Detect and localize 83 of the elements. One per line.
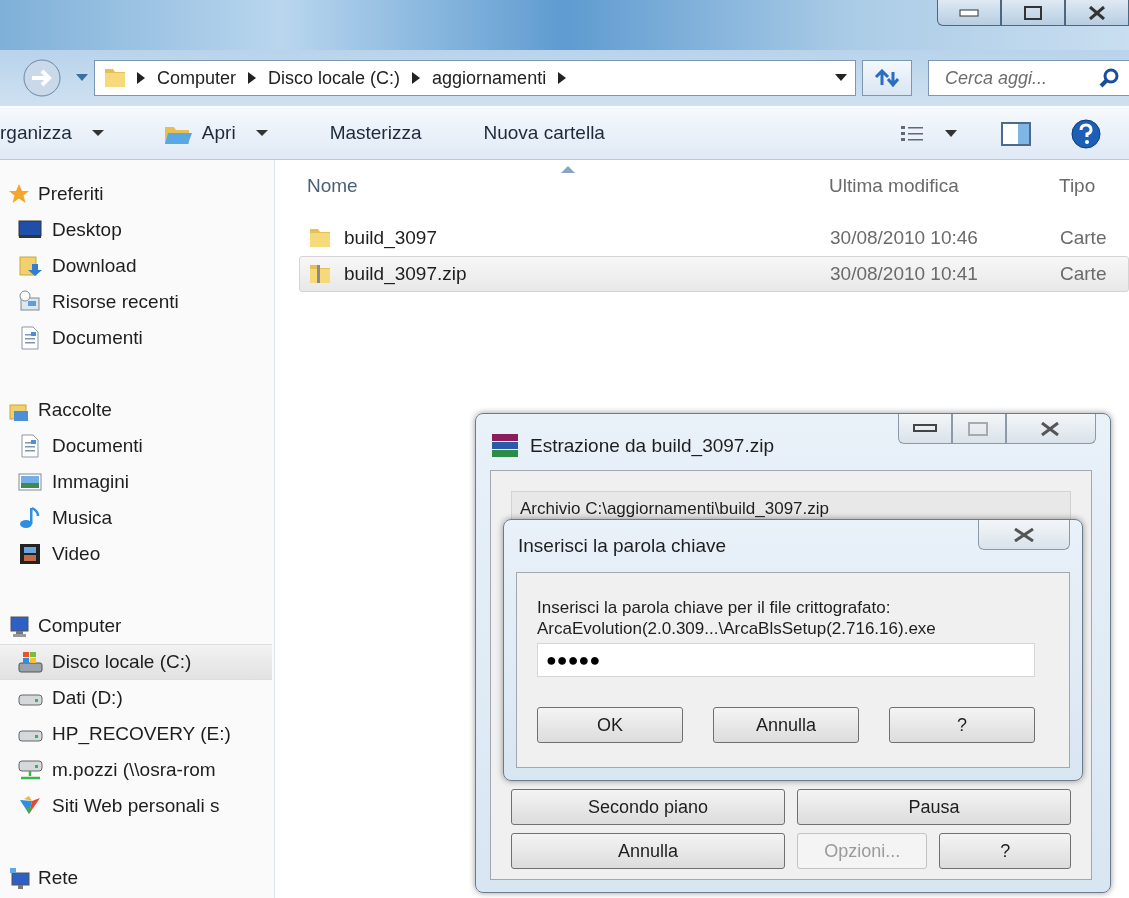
maximize-icon [967,421,991,436]
breadcrumb[interactable]: Computer [157,64,237,92]
toolbar-button[interactable]: Nuova cartella [483,119,605,148]
navigation-group[interactable]: Computer [0,608,272,644]
help-icon [1071,118,1101,149]
navigation-item[interactable]: Video [0,536,272,572]
breadcrumb-arrow-icon[interactable] [412,72,421,84]
navigation-item[interactable]: Desktop [0,212,272,248]
navigation-item[interactable]: Download [0,248,272,284]
preview-pane-icon [1001,121,1031,146]
search-icon [1099,68,1119,88]
modified-date: 30/08/2010 10:46 [830,225,979,250]
breadcrumb-arrow-icon[interactable] [558,72,567,84]
search-field[interactable]: Cerca aggi... [928,60,1129,96]
dialog-button[interactable]: Annulla [511,833,785,869]
dialog-title: Inserisci la parola chiave [518,533,727,558]
toolbar-button[interactable]: Apri [163,119,268,148]
password-field[interactable]: ●●●●● [537,643,1035,677]
close-button[interactable] [1065,0,1129,26]
file-row[interactable]: build_3097 30/08/2010 10:46 Carte [299,220,1129,256]
close-icon [1088,5,1106,20]
picture-icon [18,470,44,494]
breadcrumb-arrow-icon[interactable] [137,72,145,84]
help-button[interactable] [1071,118,1101,149]
dialog-button[interactable]: Pausa [797,789,1071,825]
file-type: Carte [1060,261,1107,286]
preview-pane-button[interactable] [1001,121,1031,146]
sort-arrow-icon [561,166,575,173]
column-header[interactable]: Nome [307,166,829,206]
dialog-title: Estrazione da build_3097.zip [530,433,774,459]
dialog-button[interactable]: ? [889,707,1035,743]
file-row[interactable]: build_3097.zip 30/08/2010 10:41 Carte [299,256,1129,292]
dropdown-caret-icon[interactable] [835,74,847,82]
dialog-button[interactable]: ? [939,833,1071,869]
navigation-item[interactable]: Siti Web personali s [0,788,272,824]
navigation-group[interactable]: Preferiti [0,176,272,212]
navigation-item[interactable]: Documenti [0,428,272,464]
navigation-item[interactable]: Documenti [0,320,272,356]
minimize-icon [959,8,979,17]
column-header[interactable]: Ultima modifica [829,166,1059,206]
view-list-icon [901,125,923,142]
modified-date: 30/08/2010 10:41 [830,261,979,286]
toolbar-button[interactable]: Masterizza [329,119,422,148]
dialog-button[interactable]: Annulla [713,707,859,743]
minimize-button[interactable] [898,414,952,444]
file-name: build_3097.zip [344,261,467,287]
breadcrumb-arrow-icon[interactable] [248,72,257,84]
refresh-icon [874,69,900,87]
maximize-button[interactable] [1001,0,1065,26]
dialog-button[interactable]: Secondo piano [511,789,785,825]
column-header[interactable]: Tipo [1059,166,1096,206]
navigation-item[interactable]: Musica [0,500,272,536]
navigation-group[interactable]: Raccolte [0,392,272,428]
close-icon [1012,527,1036,542]
folder-download-icon [18,254,44,278]
system-drive-icon [18,650,44,674]
navigation-item[interactable]: Dati (D:) [0,680,272,716]
maximize-icon [1024,5,1042,20]
navigation-item[interactable]: Risorse recenti [0,284,272,320]
navigation-group[interactable]: Rete [0,860,272,896]
minimize-button[interactable] [937,0,1001,26]
breadcrumb[interactable]: Disco locale (C:) [268,64,401,92]
close-button[interactable] [978,520,1070,550]
address-bar[interactable]: Computer Disco locale (C:) aggiornamenti [94,60,856,96]
view-options-button[interactable] [901,125,957,142]
navigation-item[interactable]: Disco locale (C:) [0,644,272,680]
dialog-button[interactable]: OK [537,707,683,743]
network-icon [8,867,30,889]
dropdown-caret-icon [945,129,957,138]
file-type: Carte [1060,225,1107,250]
navigation-item[interactable]: HP_RECOVERY (E:) [0,716,272,752]
navigation-item[interactable]: m.pozzi (\\osra-rom [0,752,272,788]
network-drive-icon [18,758,44,782]
history-caret-icon[interactable] [76,74,88,82]
computer-icon [8,615,30,637]
close-button[interactable] [1006,414,1096,444]
file-name: build_3097 [344,225,437,251]
breadcrumb[interactable]: aggiornamenti [432,64,547,92]
prompt-text: Inserisci la parola chiave per il file crittografato: ArcaEvolution(2.0.309...\ArcaBlsSetup(2.716.16).exe [537,597,937,639]
toolbar-button[interactable]: rganizza [0,119,104,148]
refresh-button[interactable] [862,60,912,96]
star-icon [8,183,30,205]
navigation-item[interactable]: Immagini [0,464,272,500]
